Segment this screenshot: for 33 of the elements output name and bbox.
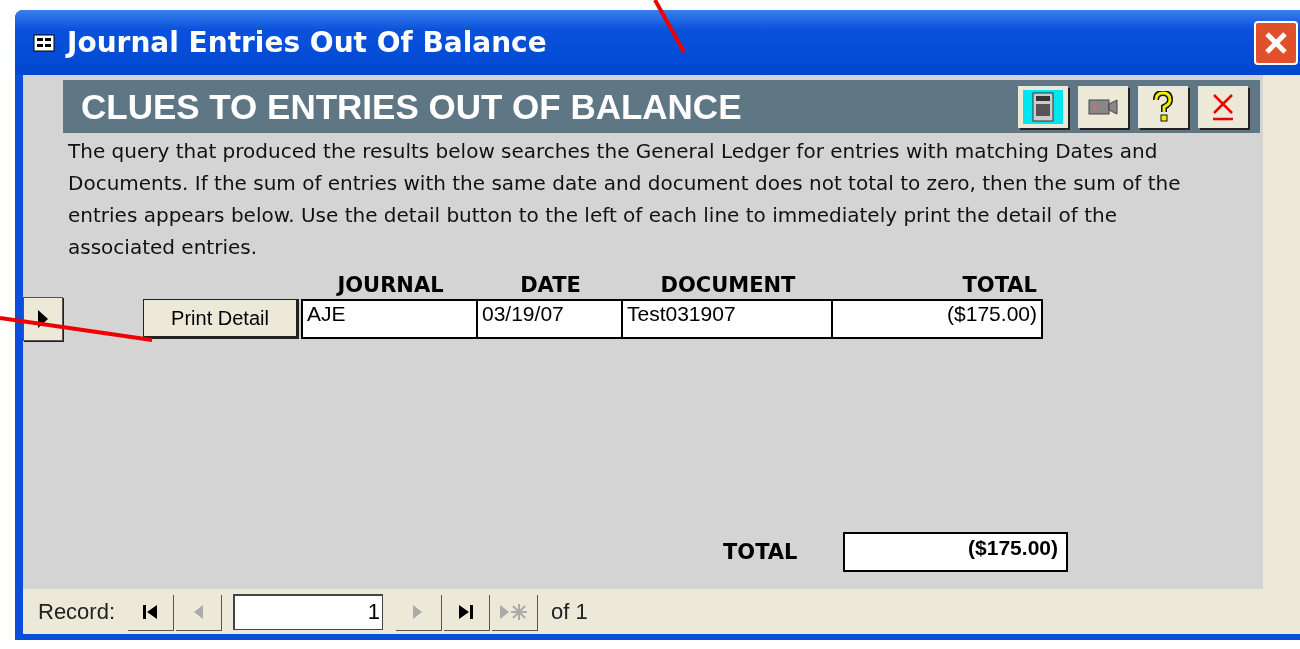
- previous-record-icon: [192, 602, 205, 621]
- table-cell: ($175.00): [831, 299, 1043, 339]
- form-icon: [33, 33, 55, 52]
- record-label: Record:: [38, 598, 116, 625]
- record-selector[interactable]: [23, 297, 63, 341]
- question-mark-icon: [1152, 90, 1174, 123]
- column-header: DATE: [519, 273, 582, 297]
- record-nav-button[interactable]: [443, 593, 490, 630]
- description-text: The query that produced the results below searches the General Ledger for entries with matching Dates and Documents. If the sum of entries with the same date and document does not total to zero, then the sum of the entries appears below. Use the detail button to the left of each line to immediately print the detail of the associated entries.: [68, 138, 1182, 261]
- column-header: DOCUMENT: [659, 273, 797, 297]
- form-heading: CLUES TO ENTRIES OUT OF BALANCE: [81, 86, 743, 127]
- record-count: of 1: [551, 598, 588, 625]
- record-number-field[interactable]: 1: [233, 593, 384, 630]
- column-header: TOTAL: [961, 273, 1038, 297]
- total-label: TOTAL: [723, 540, 799, 564]
- toolbar-button[interactable]: [1018, 85, 1068, 128]
- close-button[interactable]: [1254, 20, 1298, 65]
- calculator-icon: [1023, 89, 1063, 124]
- annotation-line: [653, 0, 686, 53]
- print-detail-button[interactable]: Print Detail: [143, 299, 299, 339]
- window-title: Journal Entries Out Of Balance: [67, 26, 547, 59]
- close-icon: [1212, 92, 1234, 121]
- total-value: ($175.00): [843, 532, 1068, 572]
- first-record-icon: [141, 602, 160, 621]
- table-cell: Test031907: [621, 299, 833, 339]
- last-record-icon: [457, 602, 476, 621]
- toolbar-button[interactable]: [1138, 85, 1188, 128]
- table-cell: AJE: [301, 299, 478, 339]
- column-header: JOURNAL: [335, 273, 445, 297]
- new-record-icon: [499, 601, 530, 622]
- table-cell: 03/19/07: [476, 299, 623, 339]
- current-record-icon: [37, 309, 49, 329]
- close-icon: [1263, 29, 1289, 56]
